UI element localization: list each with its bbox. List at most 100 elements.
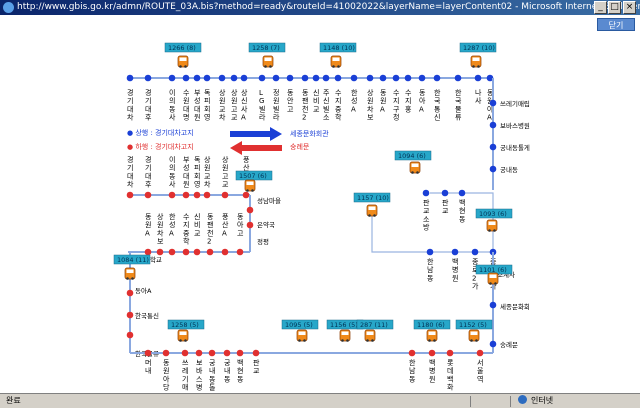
bus-wheel xyxy=(477,65,480,68)
stop-name: 부성대원 xyxy=(183,156,190,189)
ie-logo-icon xyxy=(3,2,14,13)
stop-dot xyxy=(404,74,412,82)
stop-dot xyxy=(182,74,190,82)
bus-window xyxy=(470,331,478,335)
bus-window xyxy=(366,331,374,335)
stop-dot xyxy=(489,165,497,173)
stop-dot xyxy=(489,143,497,151)
bus-window xyxy=(179,57,187,61)
bus-window xyxy=(488,221,496,225)
stop-dot xyxy=(223,349,231,357)
stop-dot xyxy=(195,349,203,357)
stop-dot xyxy=(350,74,358,82)
close-popup-button[interactable]: 닫기 xyxy=(597,18,635,31)
bus-wheel xyxy=(416,171,419,174)
bus-wheel xyxy=(341,339,344,342)
stop-dot xyxy=(454,74,462,82)
stop-dot xyxy=(379,74,387,82)
stop-name: 쓰레기매 xyxy=(182,359,189,392)
stop-dot xyxy=(242,191,250,199)
stop-dot xyxy=(426,248,434,256)
stop-name: LG빌라 xyxy=(259,89,266,122)
stop-dot xyxy=(489,121,497,129)
stop-name: 판교 xyxy=(442,198,449,215)
stop-name: 수지중학 xyxy=(335,89,342,122)
window-titlebar: http://www.gbis.go.kr/admn/ROUTE_03A.bis… xyxy=(0,0,640,15)
stop-name: 동원A xyxy=(145,213,152,237)
stop-dot xyxy=(126,74,134,82)
bus-number-text: 1258 (7) xyxy=(252,44,280,52)
legend-down-dest: 숭례문 xyxy=(290,142,310,151)
stop-name: 독피회영 xyxy=(204,89,211,122)
stop-dot xyxy=(446,349,454,357)
stop-dot xyxy=(236,349,244,357)
close-icon[interactable]: × xyxy=(623,1,636,14)
maximize-icon[interactable]: □ xyxy=(608,1,621,14)
stop-dot xyxy=(168,74,176,82)
stop-name: 정평 xyxy=(257,237,269,246)
stop-name: 신비교 xyxy=(313,88,320,113)
stop-name: 경기대후 xyxy=(145,155,152,189)
bus-wheel xyxy=(126,277,129,280)
bus-wheel xyxy=(433,339,436,342)
bus-number-text: 1095 (5) xyxy=(285,321,313,329)
stop-name: 나사 xyxy=(475,88,482,105)
status-text: 완료 xyxy=(6,396,21,405)
stop-dot xyxy=(272,74,280,82)
legend-up-dest: 세종문화회관 xyxy=(290,129,329,138)
bus-window xyxy=(298,331,306,335)
bus-wheel xyxy=(179,65,182,68)
stop-dot xyxy=(221,248,229,256)
bus-window xyxy=(411,163,419,167)
stop-name: 상원고교 xyxy=(222,155,229,189)
bus-number-text: 1258 (5) xyxy=(171,321,199,329)
stop-dot xyxy=(181,349,189,357)
stop-name: 상원고교 xyxy=(231,88,238,122)
stop-dot xyxy=(206,248,214,256)
bus-wheel xyxy=(493,229,496,232)
stop-name: 동원아당 xyxy=(163,359,170,392)
bus-window xyxy=(472,57,480,61)
stop-name: 상신사A xyxy=(241,88,248,122)
bus-number-text: 1156 (5) xyxy=(330,321,358,329)
globe-icon xyxy=(518,395,527,404)
stop-name: 이의동사 xyxy=(169,88,176,122)
stop-dot xyxy=(366,74,374,82)
bus-window xyxy=(126,269,134,273)
stop-name: 상원교차 xyxy=(204,155,211,189)
stop-dot xyxy=(126,289,134,297)
bus-wheel xyxy=(373,214,376,217)
bus-wheel xyxy=(411,171,414,174)
bus-window xyxy=(341,331,349,335)
stop-name: 궁내동 xyxy=(224,359,231,383)
stop-name: 보바스병 xyxy=(196,359,203,392)
minimize-icon[interactable]: _ xyxy=(594,1,607,14)
stop-dot xyxy=(182,248,190,256)
stop-name: 쓰레기매립 xyxy=(500,99,530,108)
bus-window xyxy=(246,181,254,185)
stop-name: 궁내동 xyxy=(500,165,518,174)
stop-dot xyxy=(392,74,400,82)
stop-name: 동원A xyxy=(380,89,387,113)
stop-name: 정원빌라 xyxy=(273,88,280,122)
stop-dot xyxy=(489,99,497,107)
bus-wheel xyxy=(346,339,349,342)
stop-name: 부성대원 xyxy=(194,89,201,122)
stop-name: 판교소방 xyxy=(423,198,430,232)
stop-dot xyxy=(236,248,244,256)
stop-dot xyxy=(144,74,152,82)
stop-name: 한국통신 xyxy=(135,311,159,320)
bus-wheel xyxy=(475,339,478,342)
stop-name: 독피회영 xyxy=(194,156,201,189)
stop-name: 수지중학 xyxy=(183,213,190,246)
stop-dot xyxy=(230,74,238,82)
stop-name: 주신빌소 xyxy=(323,89,330,122)
stop-name: 서울역 xyxy=(477,358,484,383)
internet-zone: 인터넷 xyxy=(518,394,553,408)
stop-dot xyxy=(182,191,190,199)
bus-wheel xyxy=(472,65,475,68)
stop-name: 백현동 xyxy=(237,358,244,383)
bus-wheel xyxy=(371,339,374,342)
stop-name: 상원차보 xyxy=(367,88,374,122)
stop-dot xyxy=(334,74,342,82)
